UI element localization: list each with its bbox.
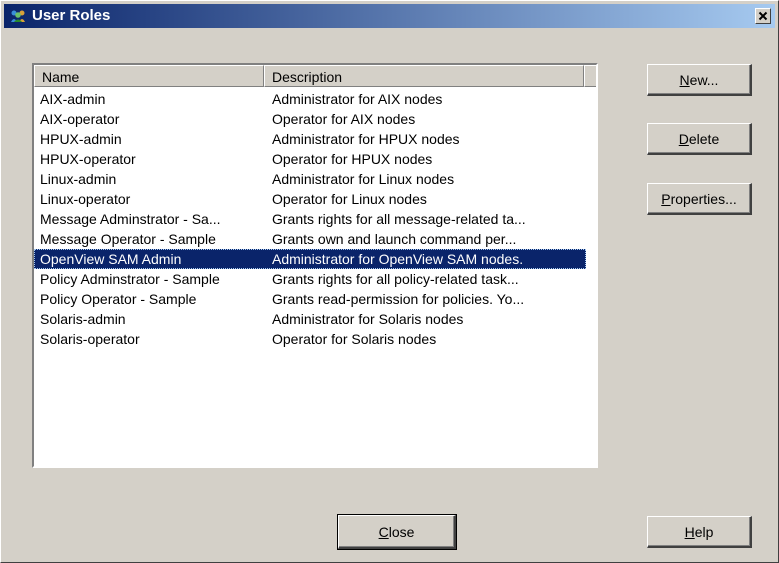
- list-item[interactable]: HPUX-operator Operator for HPUX nodes: [34, 149, 596, 169]
- role-description: Administrator for AIX nodes: [272, 91, 443, 107]
- role-name: OpenView SAM Admin: [40, 251, 182, 267]
- list-item[interactable]: Policy Operator - Sample Grants read-perm…: [34, 289, 596, 309]
- user-roles-list[interactable]: Name Description AIX-admin Administrator …: [32, 63, 598, 468]
- role-name: Linux-operator: [40, 191, 131, 207]
- title-bar[interactable]: User Roles: [4, 4, 775, 28]
- list-item-selected[interactable]: OpenView SAM Admin Administrator for Open…: [34, 249, 586, 269]
- column-header-description-label: Description: [272, 69, 343, 85]
- new-button[interactable]: New...: [647, 64, 752, 96]
- close-icon: [758, 11, 768, 21]
- list-item[interactable]: Solaris-operator Operator for Solaris nod…: [34, 329, 596, 349]
- new-button-label: ew...: [689, 71, 719, 88]
- properties-button-mnemonic: P: [661, 190, 671, 207]
- role-name: HPUX-admin: [40, 131, 122, 147]
- role-description: Administrator for Solaris nodes: [272, 311, 464, 327]
- role-description: Grants rights for all message-related ta…: [272, 211, 526, 227]
- help-button[interactable]: Help: [647, 516, 752, 548]
- list-rows: AIX-admin Administrator for AIX nodes AIX…: [34, 89, 596, 349]
- list-item[interactable]: Solaris-admin Administrator for Solaris n…: [34, 309, 596, 329]
- properties-button[interactable]: Properties...: [647, 183, 752, 215]
- list-item[interactable]: Linux-operator Operator for Linux nodes: [34, 189, 596, 209]
- list-item[interactable]: AIX-operator Operator for AIX nodes: [34, 109, 596, 129]
- column-header-name-label: Name: [42, 69, 80, 85]
- list-item[interactable]: Message Adminstrator - Sa... Grants right…: [34, 209, 596, 229]
- role-name: Message Adminstrator - Sa...: [40, 211, 221, 227]
- users-roles-icon: [11, 10, 25, 22]
- role-name: HPUX-operator: [40, 151, 136, 167]
- list-item[interactable]: Linux-admin Administrator for Linux nodes: [34, 169, 596, 189]
- help-button-mnemonic: H: [684, 523, 695, 540]
- role-name: Policy Adminstrator - Sample: [40, 271, 220, 287]
- role-description: Grants read-permission for policies. Yo.…: [272, 291, 525, 307]
- role-description: Operator for Solaris nodes: [272, 331, 437, 347]
- list-item[interactable]: Policy Adminstrator - Sample Grants right…: [34, 269, 596, 289]
- delete-button-mnemonic: D: [678, 130, 689, 147]
- role-description: Administrator for Linux nodes: [272, 171, 455, 187]
- column-header-filler: [584, 65, 596, 87]
- role-name: Message Operator - Sample: [40, 231, 216, 247]
- list-item[interactable]: AIX-admin Administrator for AIX nodes: [34, 89, 596, 109]
- role-description: Grants own and launch command per...: [272, 231, 517, 247]
- role-description: Operator for AIX nodes: [272, 111, 416, 127]
- role-description: Grants rights for all policy-related tas…: [272, 271, 519, 287]
- role-name: AIX-operator: [40, 111, 120, 127]
- role-description: Administrator for HPUX nodes: [272, 131, 460, 147]
- delete-button-label: elete: [688, 130, 720, 147]
- column-header-description[interactable]: Description: [264, 65, 584, 87]
- role-name: Linux-admin: [40, 171, 117, 187]
- role-name: Solaris-operator: [40, 331, 140, 347]
- user-roles-dialog: User Roles Name Description AIX-admin Adm…: [0, 0, 779, 563]
- help-button-label: elp: [694, 523, 714, 540]
- role-name: Policy Operator - Sample: [40, 291, 197, 307]
- list-item[interactable]: Message Operator - Sample Grants own and …: [34, 229, 596, 249]
- close-window-button[interactable]: [755, 8, 771, 24]
- role-description: Operator for HPUX nodes: [272, 151, 433, 167]
- close-button-label: lose: [388, 523, 415, 540]
- role-name: Solaris-admin: [40, 311, 126, 327]
- delete-button[interactable]: Delete: [647, 123, 752, 155]
- new-button-mnemonic: N: [679, 71, 690, 88]
- role-description: Operator for Linux nodes: [272, 191, 427, 207]
- list-item[interactable]: HPUX-admin Administrator for HPUX nodes: [34, 129, 596, 149]
- properties-button-label: roperties...: [670, 190, 737, 207]
- column-header-name[interactable]: Name: [34, 65, 264, 87]
- role-name: AIX-admin: [40, 91, 106, 107]
- window-title: User Roles: [32, 7, 111, 24]
- close-button[interactable]: Close: [337, 514, 457, 550]
- role-description: Administrator for OpenView SAM nodes.: [272, 251, 524, 267]
- close-button-mnemonic: C: [378, 523, 389, 540]
